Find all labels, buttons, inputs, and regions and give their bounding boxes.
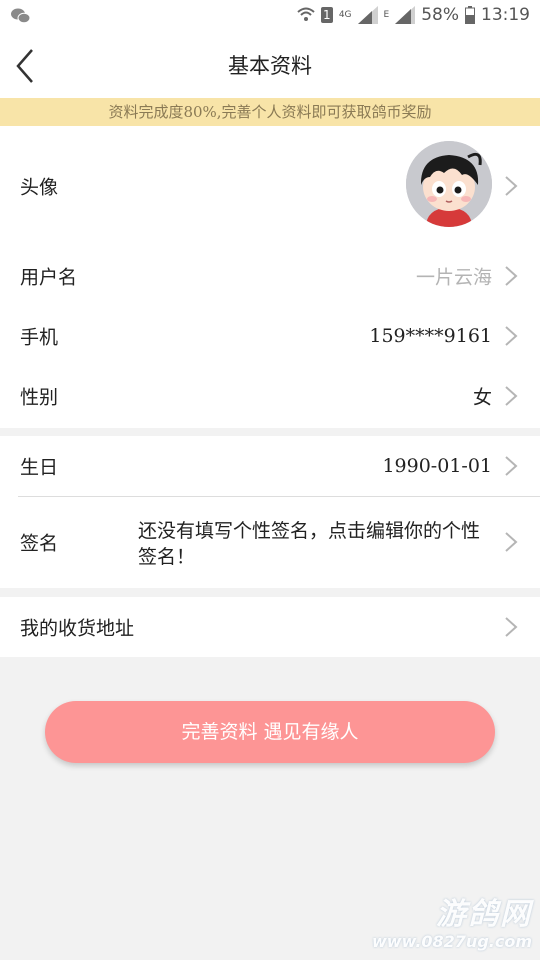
watermark-url: www.0827ug.com bbox=[372, 932, 532, 951]
avatar-row[interactable]: 头像 bbox=[0, 126, 540, 246]
birthday-label: 生日 bbox=[20, 456, 59, 479]
wifi-icon bbox=[297, 6, 315, 24]
wechat-icon bbox=[10, 6, 32, 31]
chevron-right-icon bbox=[505, 531, 518, 552]
address-label: 我的收货地址 bbox=[20, 617, 135, 640]
signature-row[interactable]: 签名 还没有填写个性签名，点击编辑你的个性签名！ bbox=[0, 496, 540, 587]
chevron-right-icon bbox=[505, 176, 518, 196]
chevron-right-icon bbox=[505, 326, 518, 346]
address-row[interactable]: 我的收货地址 bbox=[0, 597, 540, 657]
battery-percent: 58% bbox=[421, 5, 459, 25]
complete-profile-button[interactable]: 完善资料 遇见有缘人 bbox=[45, 701, 495, 763]
birthday-value: 1990-01-01 bbox=[382, 455, 492, 477]
chevron-right-icon bbox=[505, 617, 518, 637]
signal-icon bbox=[357, 6, 378, 24]
signature-value: 还没有填写个性签名，点击编辑你的个性签名！ bbox=[138, 520, 481, 568]
network-4g-label: 4G bbox=[338, 10, 352, 20]
gender-label: 性别 bbox=[20, 386, 59, 409]
phone-value: 159****9161 bbox=[369, 325, 492, 347]
watermark-brand: 游鸽网 bbox=[436, 897, 532, 932]
completion-banner: 资料完成度80%,完善个人资料即可获取鸽币奖励 bbox=[0, 98, 540, 126]
birthday-row[interactable]: 生日 1990-01-01 bbox=[0, 436, 540, 496]
avatar-label: 头像 bbox=[20, 176, 59, 199]
address-group: 我的收货地址 bbox=[0, 597, 540, 657]
profile-extra-group: 生日 1990-01-01 签名 还没有填写个性签名，点击编辑你的个性签名！ bbox=[0, 436, 540, 588]
signature-label: 签名 bbox=[20, 532, 59, 554]
signal-icon bbox=[395, 6, 416, 24]
watermark: 游鸽网 www.0827ug.com bbox=[372, 898, 532, 952]
username-label: 用户名 bbox=[20, 266, 78, 289]
gender-value: 女 bbox=[472, 386, 492, 409]
phone-label: 手机 bbox=[20, 326, 59, 349]
chevron-right-icon bbox=[505, 266, 518, 286]
chevron-right-icon bbox=[505, 456, 518, 476]
network-e-label: E bbox=[383, 10, 390, 20]
username-value: 一片云海 bbox=[415, 266, 492, 289]
battery-icon bbox=[465, 6, 475, 24]
status-bar: 1 4G E 58% 13:19 bbox=[0, 0, 540, 32]
profile-basic-group: 头像 用户名 一片云海 手机 159****9161 性别 女 bbox=[0, 126, 540, 428]
clock: 13:19 bbox=[481, 5, 530, 25]
phone-row[interactable]: 手机 159****9161 bbox=[0, 306, 540, 366]
username-row[interactable]: 用户名 一片云海 bbox=[0, 246, 540, 306]
nav-bar: 基本资料 bbox=[0, 32, 540, 98]
chevron-right-icon bbox=[505, 386, 518, 406]
page-title: 基本资料 bbox=[228, 54, 312, 78]
avatar[interactable] bbox=[406, 141, 492, 227]
gender-row[interactable]: 性别 女 bbox=[0, 366, 540, 426]
sim-badge: 1 bbox=[320, 7, 333, 23]
